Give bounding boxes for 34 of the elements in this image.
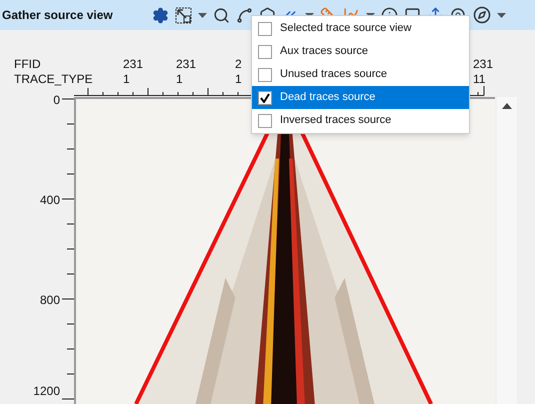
checkbox[interactable] (258, 114, 272, 128)
ffid-value: 231 (473, 57, 494, 72)
menu-item[interactable]: Unused traces source (252, 63, 469, 86)
ffid-value: 231 (123, 57, 144, 72)
scrollbar[interactable] (497, 97, 517, 404)
checkbox[interactable] (258, 90, 272, 104)
pick-icon[interactable] (236, 6, 253, 24)
scroll-up-icon[interactable] (502, 103, 512, 109)
menu-item[interactable]: Selected trace source view (252, 17, 469, 40)
search-icon[interactable] (213, 6, 230, 24)
y-axis-label: 1200 (33, 384, 60, 398)
panel-title: Gather source view (2, 7, 114, 24)
trace-type-value: 1 (235, 72, 242, 87)
trace-type-value: 1 (176, 72, 184, 87)
header-label: FFID (14, 57, 42, 72)
menu-item[interactable]: Inversed traces source (252, 109, 469, 132)
ffid-value: 231 (176, 57, 196, 72)
checkbox[interactable] (258, 22, 272, 36)
select-region-icon[interactable] (175, 6, 192, 24)
trace-type-value: 1 (123, 72, 131, 87)
compass-icon[interactable] (473, 6, 491, 24)
caret-icon[interactable] (198, 12, 207, 18)
y-axis-label: 800 (40, 293, 60, 307)
trace-type-value: 11 (473, 72, 486, 87)
y-axis-label: 400 (40, 193, 60, 207)
y-axis-label: 0 (53, 93, 60, 107)
caret-icon[interactable] (497, 12, 506, 18)
checkbox[interactable] (258, 68, 272, 82)
menu-item[interactable]: Aux traces source (252, 40, 469, 63)
menu-item[interactable]: Dead traces source (252, 86, 469, 109)
checkbox[interactable] (258, 44, 272, 58)
settings-icon[interactable] (152, 6, 169, 24)
header-label: TRACE_TYPE (14, 72, 93, 87)
ffid-value: 2 (235, 57, 242, 72)
